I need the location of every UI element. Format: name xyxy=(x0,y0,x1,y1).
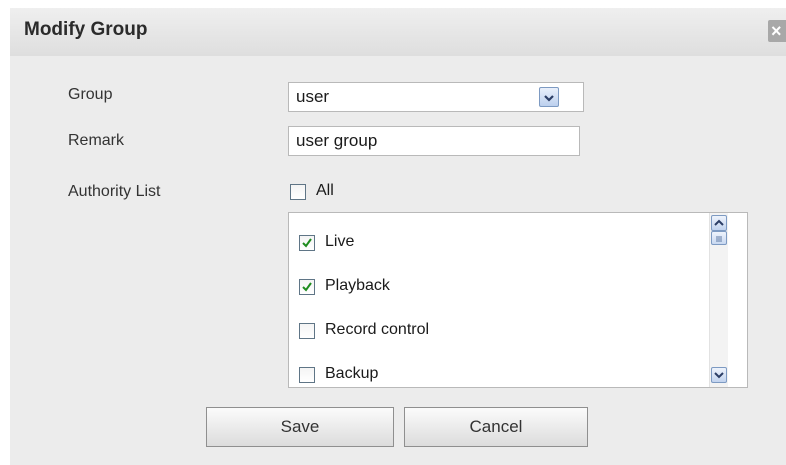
checkbox-unchecked[interactable] xyxy=(299,367,315,383)
list-item-label: Live xyxy=(325,233,355,250)
close-icon[interactable]: × xyxy=(768,20,786,42)
dialog-title: Modify Group xyxy=(24,19,148,40)
remark-input[interactable]: user group xyxy=(288,126,580,156)
checkbox-checked[interactable] xyxy=(299,279,315,295)
list-item-label: Record control xyxy=(325,321,430,338)
scroll-thumb[interactable] xyxy=(711,231,727,245)
authority-list[interactable]: Live Playback Record control Backup xyxy=(288,212,748,388)
dialog-titlebar: Modify Group × xyxy=(10,8,786,56)
scroll-down-icon[interactable] xyxy=(711,367,727,383)
checkbox-checked[interactable] xyxy=(299,235,315,251)
scroll-up-icon[interactable] xyxy=(711,215,727,231)
authority-list-label: Authority List xyxy=(68,183,161,200)
all-checkbox[interactable] xyxy=(290,184,306,200)
list-item-label: Backup xyxy=(325,365,379,382)
all-label: All xyxy=(316,182,334,199)
chevron-down-icon[interactable] xyxy=(539,87,559,107)
group-label: Group xyxy=(68,86,113,103)
save-button[interactable]: Save xyxy=(206,407,394,447)
group-select-value: user xyxy=(296,87,330,106)
group-select[interactable]: user xyxy=(288,82,584,112)
scrollbar[interactable] xyxy=(709,213,728,387)
remark-input-value: user group xyxy=(296,131,378,150)
list-item-label: Playback xyxy=(325,277,390,294)
checkbox-unchecked[interactable] xyxy=(299,323,315,339)
cancel-button[interactable]: Cancel xyxy=(404,407,588,447)
remark-label: Remark xyxy=(68,132,125,149)
modify-group-dialog: Modify Group × Group user Remark user gr… xyxy=(10,8,786,465)
